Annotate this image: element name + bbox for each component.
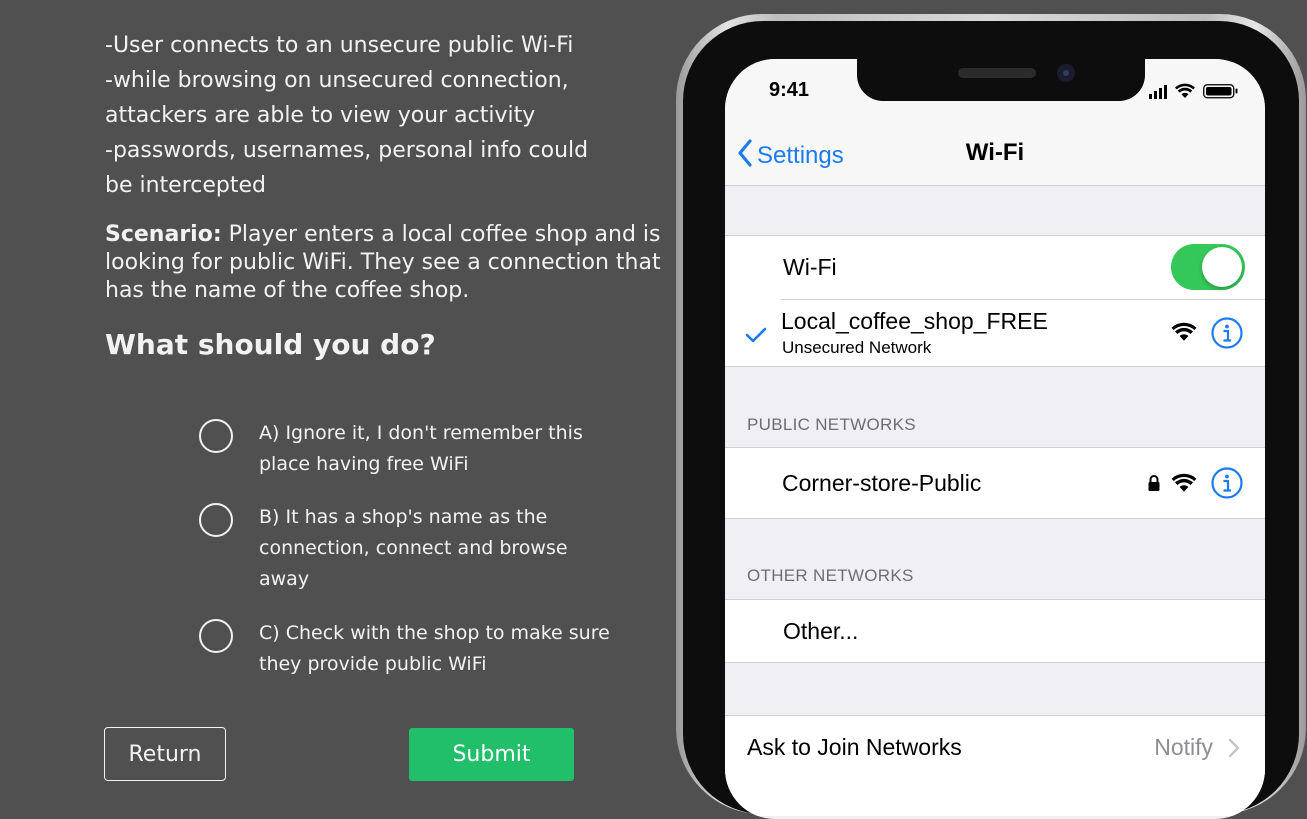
nav-title: Wi-Fi (965, 139, 1025, 166)
wifi-status-icon (1175, 83, 1195, 98)
public-networks-header: PUBLIC NETWORKS (747, 415, 916, 434)
signal-icon (1149, 85, 1167, 99)
wifi-label: Wi-Fi (783, 254, 837, 280)
chevron-right-icon (1228, 738, 1240, 758)
intro-line: -User connects to an unsecure public Wi-… (105, 33, 574, 58)
question-heading: What should you do? (105, 328, 436, 361)
info-icon[interactable] (1211, 467, 1243, 499)
scenario-label: Scenario: (105, 222, 222, 247)
ask-to-join-row[interactable]: Ask to Join Networks Notify (725, 716, 1265, 780)
checkmark-icon (745, 327, 767, 343)
lock-icon (1148, 475, 1160, 491)
wifi-toggle-row: Wi-Fi (725, 236, 1265, 299)
return-button[interactable]: Return (104, 727, 226, 781)
wifi-icon (1171, 473, 1197, 492)
intro-line: -while browsing on unsecured connection, (105, 68, 569, 93)
phone-frame: 9:41 Settings Wi-Fi Wi-Fi Local_coffee_s… (676, 14, 1306, 819)
other-networks-header: OTHER NETWORKS (747, 566, 914, 585)
option-b-line: B) It has a shop's name as the (259, 506, 548, 528)
ask-to-join-label: Ask to Join Networks (747, 734, 962, 760)
phone-screen: 9:41 Settings Wi-Fi Wi-Fi Local_coffee_s… (725, 59, 1265, 819)
status-time: 9:41 (769, 79, 810, 101)
submit-button[interactable]: Submit (409, 728, 574, 781)
option-a[interactable]: A) Ignore it, I don't remember this plac… (199, 418, 583, 480)
option-b[interactable]: B) It has a shop's name as the connectio… (199, 502, 568, 595)
option-a-radio[interactable] (199, 419, 233, 453)
option-b-line: connection, connect and browse (259, 537, 568, 559)
public-networks-group: Corner-store-Public (725, 447, 1265, 519)
other-network-row[interactable]: Other... (725, 600, 1265, 662)
ask-to-join-group: Ask to Join Networks Notify (725, 715, 1265, 816)
scenario-text: Scenario: Player enters a local coffee s… (105, 221, 665, 305)
status-icons (1149, 83, 1238, 99)
quiz-panel: -User connects to an unsecure public Wi-… (105, 28, 665, 363)
option-a-line: place having free WiFi (259, 453, 469, 475)
info-icon[interactable] (1211, 317, 1243, 349)
option-b-line: away (259, 568, 310, 590)
wifi-group: Wi-Fi Local_coffee_shop_FREE Unsecured N… (725, 235, 1265, 367)
phone-bezel: 9:41 Settings Wi-Fi Wi-Fi Local_coffee_s… (683, 21, 1299, 819)
intro-text: -User connects to an unsecure public Wi-… (105, 28, 665, 203)
phone-notch (857, 59, 1145, 101)
option-b-radio[interactable] (199, 503, 233, 537)
connected-network-name: Local_coffee_shop_FREE (781, 308, 1048, 334)
connected-network-row[interactable]: Local_coffee_shop_FREE Unsecured Network (725, 300, 1265, 366)
option-c-line: they provide public WiFi (259, 653, 487, 675)
wifi-icon (1171, 322, 1197, 341)
option-c-radio[interactable] (199, 619, 233, 653)
intro-line: be intercepted (105, 173, 266, 198)
camera-icon (1057, 64, 1075, 82)
option-a-line: A) Ignore it, I don't remember this (259, 422, 583, 444)
network-row[interactable]: Corner-store-Public (725, 448, 1265, 518)
ask-to-join-value: Notify (1154, 734, 1213, 760)
network-name: Corner-store-Public (782, 470, 982, 496)
other-label: Other... (783, 618, 859, 644)
toggle-knob (1202, 247, 1242, 287)
option-c[interactable]: C) Check with the shop to make sure they… (199, 618, 610, 680)
other-networks-group: Other... (725, 599, 1265, 663)
battery-icon (1203, 84, 1238, 99)
speaker-grille (958, 68, 1036, 78)
option-c-line: C) Check with the shop to make sure (259, 622, 610, 644)
intro-line: -passwords, usernames, personal info cou… (105, 138, 589, 163)
wifi-toggle[interactable] (1171, 244, 1245, 290)
intro-line: attackers are able to view your activity (105, 103, 536, 128)
connected-network-status: Unsecured Network (782, 338, 932, 357)
